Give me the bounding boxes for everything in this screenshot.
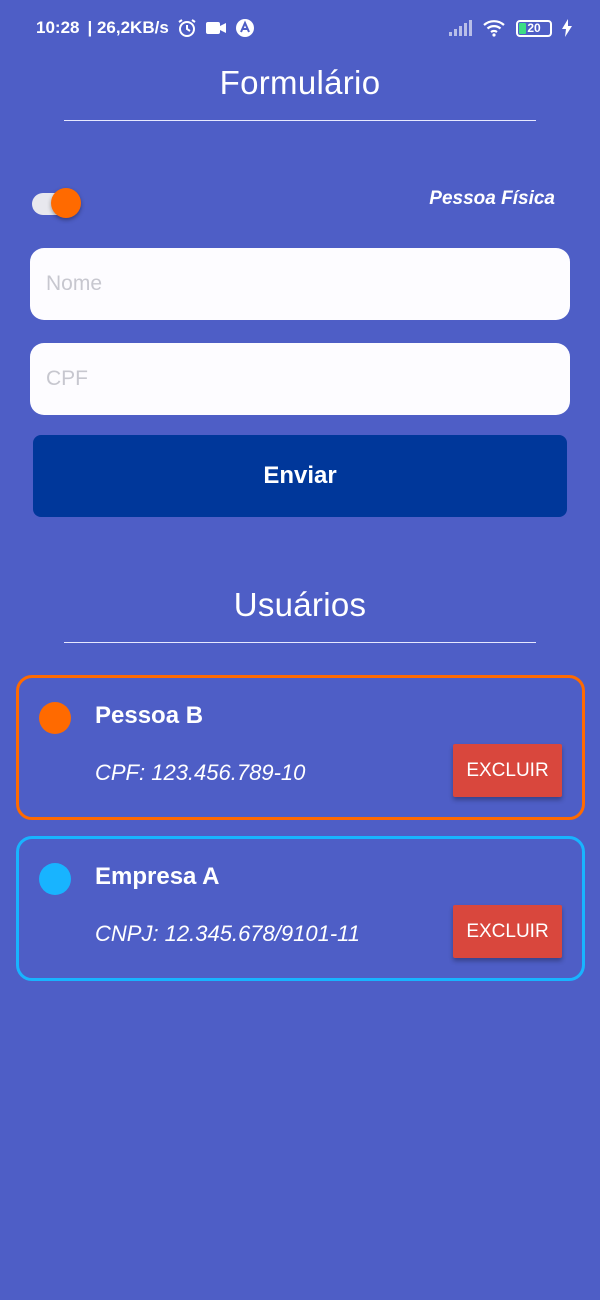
status-right: 20 [448,19,572,37]
status-speed: | 26,2KB/s [87,18,169,37]
delete-button[interactable]: EXCLUIR [453,744,562,797]
name-input[interactable] [30,248,570,320]
battery-level: 20 [527,21,541,35]
toggle-label: Pessoa Física [429,188,555,209]
battery-icon: 20 [516,19,552,37]
form-title-divider [64,120,536,121]
user-card: Pessoa B CPF: 123.456.789-10 EXCLUIR [16,675,585,820]
toggle-knob[interactable] [51,188,81,218]
user-type-dot [39,863,71,895]
user-card: Empresa A CNPJ: 12.345.678/9101-11 EXCLU… [16,836,585,981]
charging-icon [562,19,572,37]
delete-button[interactable]: EXCLUIR [453,905,562,958]
users-title-divider [64,642,536,643]
user-name: Pessoa B [95,702,204,729]
form-title: Formulário [219,64,381,101]
cpf-input[interactable] [30,343,570,415]
app-icon [235,18,255,38]
submit-button[interactable]: Enviar [33,435,567,517]
user-type-dot [39,702,71,734]
wifi-icon [482,19,506,37]
status-time: 10:28 [36,18,80,37]
person-type-toggle[interactable] [32,188,81,218]
user-document: CPF: 123.456.789-10 [95,760,306,785]
status-left: 10:28 | 26,2KB/s [36,18,255,38]
user-document: CNPJ: 12.345.678/9101-11 [95,921,360,946]
users-title: Usuários [233,586,367,623]
alarm-icon [177,18,197,38]
user-name: Empresa A [95,863,220,890]
video-icon [205,20,227,36]
signal-icon [448,20,472,36]
status-bar: 10:28 | 26,2KB/s 20 [0,0,600,56]
